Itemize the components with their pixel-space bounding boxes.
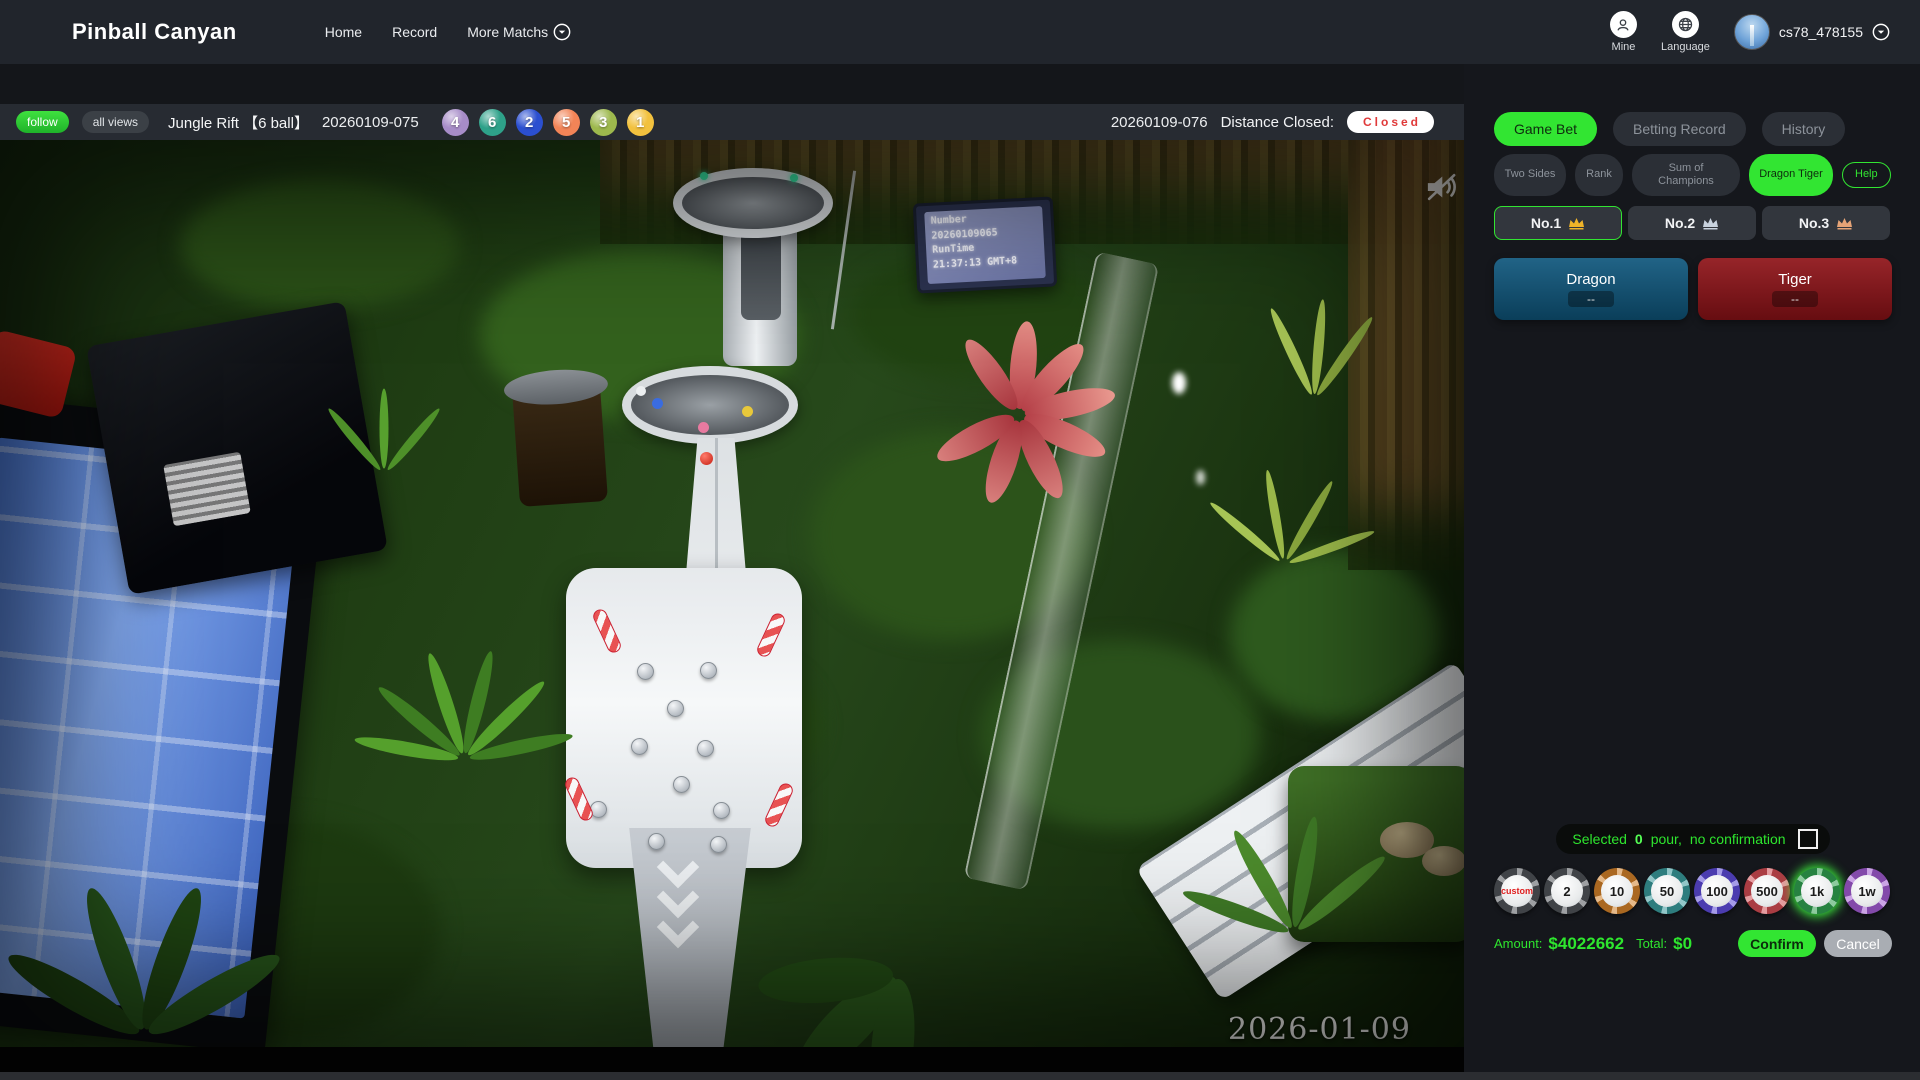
chip-custom[interactable]: custom: [1494, 868, 1540, 914]
nav-record[interactable]: Record: [392, 24, 437, 40]
mode-dragon-tiger[interactable]: Dragon Tiger: [1749, 154, 1833, 196]
mute-speaker-icon[interactable]: [1420, 166, 1462, 208]
tab-game-bet[interactable]: Game Bet: [1494, 112, 1597, 146]
status-badge: Closed: [1347, 111, 1434, 133]
chip-2[interactable]: 2: [1544, 868, 1590, 914]
mode-two-sides[interactable]: Two Sides: [1494, 154, 1566, 196]
crown-bronze-icon: [1836, 217, 1853, 230]
total-value: $0: [1673, 934, 1692, 954]
top-navbar: Pinball Canyan Home Record More Matchs M…: [0, 0, 1920, 64]
bottom-strip: [0, 1072, 1920, 1080]
match-title: Jungle Rift 【6 ball】: [168, 112, 309, 133]
bet-dragon[interactable]: Dragon --: [1494, 258, 1688, 320]
chip-rack: custom 2 10 50 100 500 1k 1w: [1494, 868, 1892, 914]
chip-1k[interactable]: 1k: [1794, 868, 1840, 914]
bet-mode-row: Two Sides Rank Sum of Champions Dragon T…: [1494, 154, 1892, 196]
total-label: Total:: [1636, 936, 1667, 951]
chip-50[interactable]: 50: [1644, 868, 1690, 914]
video-timestamp: 2026-01-09 21:37:14: [1228, 1012, 1464, 1047]
follow-button[interactable]: follow: [16, 111, 69, 133]
username: cs78_478155: [1779, 24, 1863, 40]
position-no2[interactable]: No.2: [1628, 206, 1756, 240]
mode-rank[interactable]: Rank: [1575, 154, 1623, 196]
video-letterbox: [0, 1047, 1464, 1072]
nav-more-matches[interactable]: More Matchs: [467, 23, 571, 41]
current-period: 20260109-075: [322, 114, 419, 131]
nav-home[interactable]: Home: [325, 24, 362, 40]
person-icon: [1610, 11, 1637, 38]
betting-panel: Game Bet Betting Record History Two Side…: [1464, 64, 1920, 1072]
bet-tiger[interactable]: Tiger --: [1698, 258, 1892, 320]
main-nav: Home Record More Matchs: [325, 23, 571, 41]
status-label: Distance Closed:: [1221, 114, 1334, 131]
selected-count: 0: [1635, 831, 1643, 847]
mine-button[interactable]: Mine: [1610, 11, 1637, 53]
help-button[interactable]: Help: [1842, 162, 1891, 188]
lcd-info-sign: Number 20260109065 RunTime 21:37:13 GMT+…: [913, 196, 1058, 293]
all-views-button[interactable]: all views: [82, 111, 149, 133]
spacer-strip: [0, 64, 1464, 104]
result-ball: 1: [627, 109, 654, 136]
next-period: 20260109-076: [1111, 114, 1208, 131]
track-funnel-top: [673, 168, 833, 238]
dragon-odds: --: [1568, 291, 1614, 307]
amount-label: Amount:: [1494, 936, 1542, 951]
brand-logo[interactable]: Pinball Canyan: [72, 19, 237, 45]
miniature-hut: [512, 383, 608, 507]
stream-info-bar: follow all views Jungle Rift 【6 ball】 20…: [0, 104, 1464, 140]
amount-value: $4022662: [1548, 934, 1624, 954]
result-ball: 3: [590, 109, 617, 136]
tab-history[interactable]: History: [1762, 112, 1846, 146]
selection-summary: Selected 0 pour, no confirmation: [1556, 824, 1829, 854]
panel-tabs: Game Bet Betting Record History: [1494, 112, 1892, 146]
bet-cards: Dragon -- Tiger --: [1494, 258, 1892, 320]
result-ball: 4: [442, 109, 469, 136]
result-ball: 6: [479, 109, 506, 136]
chevron-down-circle-icon: [553, 23, 571, 41]
live-video-stream: Number 20260109065 RunTime 21:37:13 GMT+…: [0, 140, 1464, 1047]
language-button[interactable]: Language: [1661, 11, 1710, 53]
no-confirmation-checkbox[interactable]: [1798, 829, 1818, 849]
chip-10[interactable]: 10: [1594, 868, 1640, 914]
position-no1[interactable]: No.1: [1494, 206, 1622, 240]
chip-1w[interactable]: 1w: [1844, 868, 1890, 914]
user-menu[interactable]: cs78_478155: [1734, 14, 1890, 50]
confirm-button[interactable]: Confirm: [1738, 930, 1816, 957]
crown-silver-icon: [1702, 217, 1719, 230]
position-no3[interactable]: No.3: [1762, 206, 1890, 240]
mode-sum-of-champions[interactable]: Sum of Champions: [1632, 154, 1740, 196]
chip-100[interactable]: 100: [1694, 868, 1740, 914]
tab-betting-record[interactable]: Betting Record: [1613, 112, 1746, 146]
chevron-down-circle-icon: [1872, 23, 1890, 41]
navbar-right: Mine Language cs78_478155: [1610, 11, 1890, 53]
result-ball: 2: [516, 109, 543, 136]
camera-rig: [86, 301, 388, 595]
globe-icon: [1672, 11, 1699, 38]
chip-500[interactable]: 500: [1744, 868, 1790, 914]
crown-gold-icon: [1568, 217, 1585, 230]
cancel-button[interactable]: Cancel: [1824, 930, 1892, 957]
bet-footer: Amount: $4022662 Total: $0 Confirm Cance…: [1494, 930, 1892, 957]
avatar: [1734, 14, 1770, 50]
position-row: No.1 No.2 No.3: [1494, 206, 1892, 240]
result-balls: 4 6 2 5 3 1: [442, 109, 654, 136]
result-ball: 5: [553, 109, 580, 136]
tiger-odds: --: [1772, 291, 1818, 307]
track-funnel-mid: [622, 366, 798, 444]
